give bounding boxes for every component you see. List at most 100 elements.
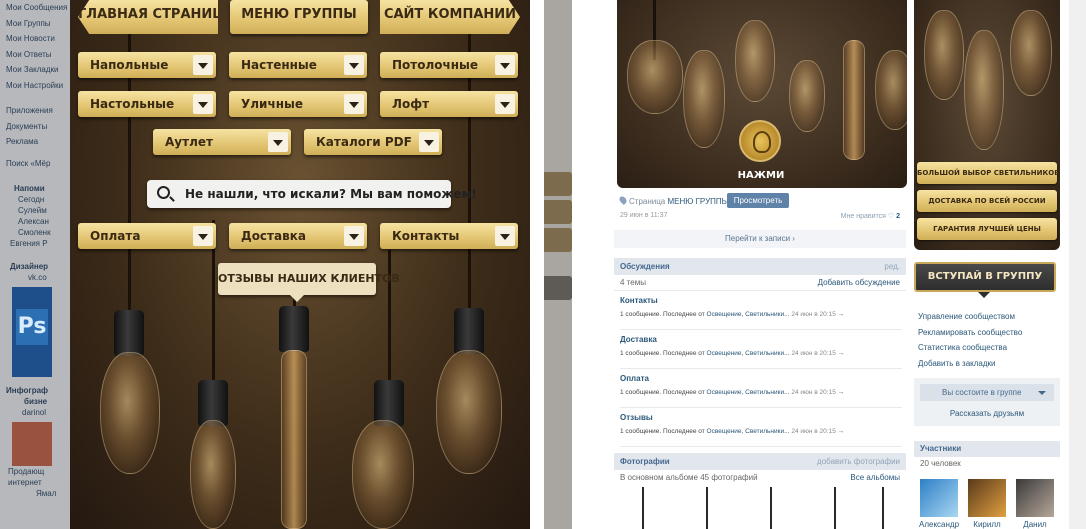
nav-bookmarks[interactable]: Мои Закладки (0, 62, 70, 78)
screen: Мои Сообщения Мои Группы Мои Новости Мои… (0, 0, 1086, 529)
topic-author[interactable]: Освещение, Светильники... (707, 311, 790, 318)
lamp-cord (388, 250, 391, 390)
topic-author[interactable]: Освещение, Светильники... (707, 389, 790, 396)
home-page-button[interactable]: ГЛАВНАЯ СТРАНИЦА (78, 0, 218, 34)
topic-title[interactable]: Оплата (620, 374, 649, 383)
all-albums-link[interactable]: Все альбомы (850, 470, 900, 486)
contacts-dropdown[interactable]: Контакты (380, 223, 518, 249)
discussion-topic[interactable]: Контакты 1 сообщение. Последнее от Освещ… (620, 292, 902, 330)
arrow-right-icon[interactable]: → (838, 311, 845, 318)
photo-thumb[interactable] (706, 487, 708, 529)
dimmed-button (544, 228, 572, 252)
participants-header[interactable]: Участники (914, 441, 1060, 457)
payment-dropdown[interactable]: Оплата (78, 223, 216, 249)
avatar[interactable] (968, 479, 1006, 517)
add-discussion-link[interactable]: Добавить обсуждение (818, 275, 900, 291)
photo-thumb[interactable] (642, 487, 644, 529)
ad-subtitle[interactable]: бизне (0, 396, 70, 407)
community-stats-link[interactable]: Статистика сообщества (918, 340, 1022, 356)
nav-ads[interactable]: Реклама (0, 134, 70, 150)
ceiling-lamps-dropdown[interactable]: Потолочные (380, 52, 518, 78)
view-button[interactable]: Просмотреть (727, 193, 789, 208)
photoshop-icon: Ps (16, 308, 48, 345)
arrow-right-icon[interactable]: → (838, 350, 845, 357)
page-link[interactable]: Страница МЕНЮ ГРУППЫ (618, 195, 729, 206)
discussion-topic[interactable]: Доставка 1 сообщение. Последнее от Освещ… (620, 331, 902, 369)
nav-apps[interactable]: Приложения (0, 103, 70, 119)
topic-title[interactable]: Отзывы (620, 413, 653, 422)
press-label[interactable]: НАЖМИ (731, 170, 791, 181)
group-menu-button[interactable]: МЕНЮ ГРУППЫ (230, 0, 368, 34)
photo-thumb[interactable] (770, 487, 772, 529)
member-name[interactable]: Кирилл (965, 520, 1009, 529)
topic-info-text: 1 сообщение. Последнее от (620, 389, 705, 396)
photos-header[interactable]: Фотографии добавить фотографии (614, 453, 906, 470)
help-search-bar[interactable]: Не нашли, что искали? Мы вам поможем! (147, 180, 477, 208)
arrow-right-icon[interactable]: → (838, 389, 845, 396)
nav-groups[interactable]: Мои Группы (0, 16, 70, 32)
membership-box: Вы состоите в группе Рассказать друзьям (914, 378, 1060, 426)
discussions-title[interactable]: Обсуждения (620, 262, 670, 271)
outlet-dropdown[interactable]: Аутлет (153, 129, 291, 155)
edit-link[interactable]: ред. (884, 258, 900, 275)
nav-messages[interactable]: Мои Сообщения (0, 0, 70, 16)
topic-author[interactable]: Освещение, Светильники... (707, 428, 790, 435)
topic-count: 4 темы (620, 278, 646, 287)
photo-strip[interactable] (614, 487, 906, 529)
outdoor-lamps-dropdown[interactable]: Уличные (229, 91, 367, 117)
pdf-catalogs-dropdown[interactable]: Каталоги PDF (304, 129, 442, 155)
topic-title[interactable]: Контакты (620, 296, 658, 305)
ad-domain[interactable]: darinol (0, 407, 70, 418)
arrow-right-icon[interactable]: → (838, 428, 845, 435)
lamp-socket (454, 308, 484, 354)
add-photos-link[interactable]: добавить фотографии (817, 453, 900, 470)
member-name[interactable]: Данил (1013, 520, 1057, 529)
ad-title[interactable]: Инфограф (0, 385, 70, 396)
topic-title[interactable]: Доставка (620, 335, 657, 344)
discussion-topic[interactable]: Отзывы 1 сообщение. Последнее от Освещен… (620, 409, 902, 447)
nav-docs[interactable]: Документы (0, 119, 70, 135)
nav-answers[interactable]: Мои Ответы (0, 47, 70, 63)
nav-settings[interactable]: Мои Настройки (0, 78, 70, 94)
nav-news[interactable]: Мои Новости (0, 31, 70, 47)
photo-thumb[interactable] (882, 487, 884, 529)
company-site-button[interactable]: САЙТ КОМПАНИИ (380, 0, 520, 34)
manage-community-link[interactable]: Управление сообществом (918, 309, 1022, 325)
membership-dropdown[interactable]: Вы состоите в группе (920, 384, 1054, 401)
avatar[interactable] (920, 479, 958, 517)
wall-lamps-dropdown[interactable]: Настенные (229, 52, 367, 78)
ad-domain[interactable]: vk.co (0, 272, 70, 283)
member-name[interactable]: Александр (917, 520, 961, 529)
photos-title[interactable]: Фотографии (620, 457, 670, 466)
chevron-down-icon (495, 55, 515, 75)
advertise-community-link[interactable]: Рекламировать сообщество (918, 325, 1022, 341)
discussions-header[interactable]: Обсуждения ред. (614, 258, 906, 275)
page-name[interactable]: МЕНЮ ГРУППЫ (668, 197, 729, 206)
topic-author[interactable]: Освещение, Светильники... (707, 350, 790, 357)
photo-thumb[interactable] (834, 487, 836, 529)
post-date[interactable]: 29 июн в 11:37 (620, 212, 667, 219)
discussion-topic[interactable]: Оплата 1 сообщение. Последнее от Освещен… (620, 370, 902, 408)
loft-dropdown[interactable]: Лофт (380, 91, 518, 117)
join-group-button[interactable]: ВСТУПАЙ В ГРУППУ (914, 262, 1056, 298)
go-to-post-link[interactable]: Перейти к записи › (614, 230, 906, 248)
ad-image[interactable]: Ps (12, 286, 52, 377)
reviews-button[interactable]: ОТЗЫВЫ НАШИХ КЛИЕНТОВ (218, 263, 400, 302)
reminder-title: Напоми (14, 183, 45, 193)
bulb-image (281, 350, 307, 529)
tell-friends-link[interactable]: Рассказать друзьям (914, 409, 1060, 418)
participants-count[interactable]: 20 человек (920, 459, 961, 468)
ad-image[interactable] (12, 421, 52, 466)
add-bookmark-link[interactable]: Добавить в закладки (918, 356, 1022, 372)
group-avatar-banner[interactable]: БОЛЬШОЙ ВЫБОР СВЕТИЛЬНИКОВ ДОСТАВКА ПО В… (914, 0, 1060, 250)
menu-banner[interactable]: НАЖМИ (617, 0, 907, 188)
dropdown-label: Потолочные (392, 58, 479, 72)
lightbulb-icon[interactable] (739, 120, 781, 162)
like-button[interactable]: Мне нравится ♡ 2 (841, 212, 900, 220)
avatar[interactable] (1016, 479, 1054, 517)
table-lamps-dropdown[interactable]: Настольные (78, 91, 216, 117)
ad-title[interactable]: Дизайнер (0, 261, 70, 272)
search-promo[interactable]: Поиск «Мёр (0, 158, 70, 169)
floor-lamps-dropdown[interactable]: Напольные (78, 52, 216, 78)
delivery-dropdown[interactable]: Доставка (229, 223, 367, 249)
